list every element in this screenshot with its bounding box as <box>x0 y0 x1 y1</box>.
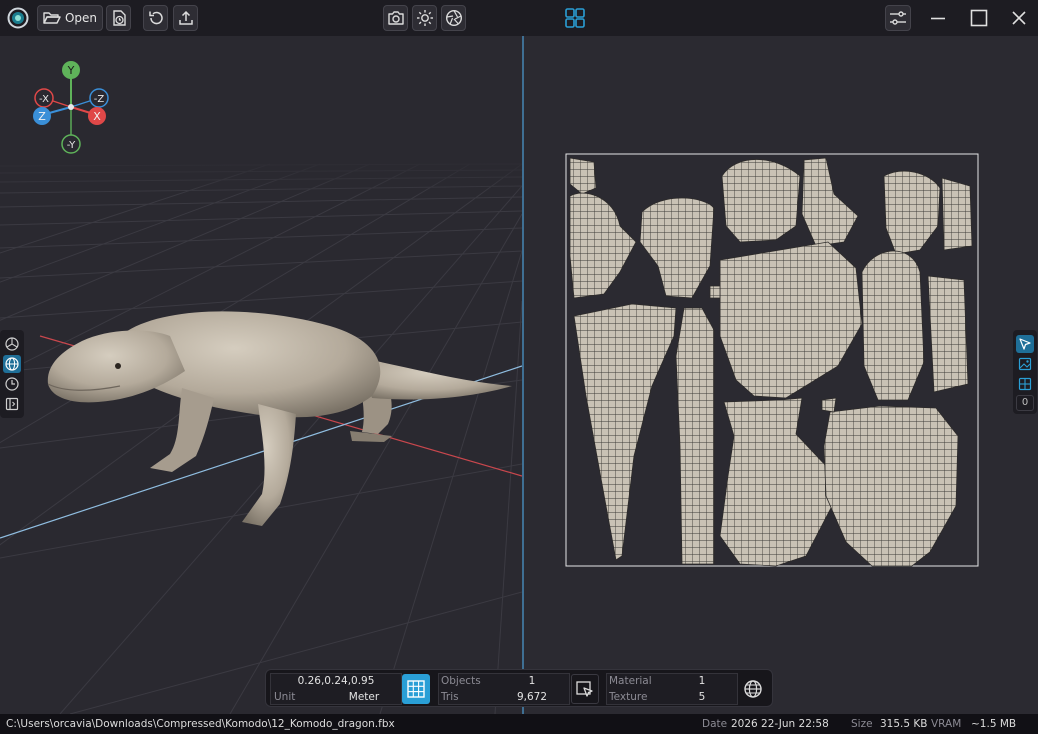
maximize-button[interactable] <box>965 5 993 31</box>
gizmo-neg-z-label: -Z <box>94 94 105 105</box>
image-icon <box>1018 357 1032 371</box>
select-tool-button[interactable] <box>1016 335 1034 353</box>
left-side-toolbar <box>0 330 24 418</box>
cursor-select-icon <box>576 681 593 697</box>
layout-grid-icon <box>565 8 585 28</box>
unit-label: Unit <box>274 691 296 703</box>
uv-grid-button[interactable] <box>1016 375 1034 393</box>
sun-icon <box>416 10 433 26</box>
close-icon <box>1012 11 1026 25</box>
grid-icon <box>1018 377 1032 391</box>
gizmo-neg-y-label: -Y <box>67 140 76 151</box>
export-button[interactable] <box>173 5 198 31</box>
aperture-icon <box>445 9 462 27</box>
viewport-3d[interactable]: Y -X -Z Z X -Y <box>0 36 522 714</box>
settings-button[interactable] <box>885 5 911 31</box>
gizmo-x-label: X <box>93 110 101 123</box>
app-window: Open Y -X -Z Z X -Y 0 0.26,0.24,0.95 Uni… <box>0 0 1038 734</box>
camera-icon <box>387 11 404 25</box>
environment-globe-button[interactable] <box>739 674 767 704</box>
minimize-icon <box>931 17 945 20</box>
size-label: Size <box>851 718 873 730</box>
gizmo-z-label: Z <box>38 110 46 123</box>
orientation-gizmo[interactable]: Y -X -Z Z X -Y <box>33 61 109 154</box>
right-side-toolbar: 0 <box>1013 330 1037 414</box>
render-settings-button[interactable] <box>441 5 466 31</box>
clock-icon <box>5 377 19 391</box>
layout-toggle-button[interactable] <box>562 5 588 31</box>
sliders-icon <box>890 11 906 25</box>
unit-value[interactable]: Meter <box>336 689 392 705</box>
recent-files-button[interactable] <box>106 5 131 31</box>
lighting-button[interactable] <box>412 5 437 31</box>
reload-button[interactable] <box>143 5 168 31</box>
objects-value: 1 <box>528 675 536 687</box>
uv-islands <box>569 157 973 567</box>
ground-grid <box>0 163 522 714</box>
grid-icon <box>407 680 425 698</box>
environment-button[interactable] <box>3 355 21 373</box>
upload-icon <box>178 10 193 25</box>
screenshot-button[interactable] <box>383 5 408 31</box>
vram-label: VRAM <box>931 718 962 730</box>
uv-canvas <box>565 153 979 567</box>
date-value: 2026 22-Jun 22:58 <box>731 718 829 730</box>
cursor-coordinates: 0.26,0.24,0.95 <box>297 675 375 687</box>
gizmo-neg-x-label: -X <box>39 94 49 105</box>
sidebar-panel-icon <box>5 397 19 411</box>
size-value: 315.5 KB <box>880 718 928 730</box>
gizmo-y-label: Y <box>67 64 75 77</box>
shading-mode-button[interactable] <box>3 335 21 353</box>
reload-icon <box>148 11 163 25</box>
date-label: Date <box>702 718 728 730</box>
file-path: C:\Users\orcavia\Downloads\Compressed\Ko… <box>6 718 395 730</box>
animation-button[interactable] <box>3 375 21 393</box>
vram-value: ~1.5 MB <box>971 718 1017 730</box>
viewport-uv[interactable]: 0 <box>524 36 1038 714</box>
app-logo-button[interactable] <box>5 5 31 31</box>
cursor-icon <box>1019 338 1031 350</box>
cube-icon <box>5 337 19 351</box>
komodo-dragon-model[interactable] <box>47 311 512 526</box>
maximize-icon <box>970 9 988 27</box>
texture-view-button[interactable] <box>1016 355 1034 373</box>
material-value: 1 <box>698 675 706 687</box>
panel-toggle-button[interactable] <box>3 395 21 413</box>
texture-label: Texture <box>609 691 648 703</box>
grid-toggle-button[interactable] <box>402 674 430 704</box>
minimize-button[interactable] <box>924 5 952 31</box>
globe-icon <box>5 357 19 371</box>
file-history-icon <box>112 10 126 26</box>
material-label: Material <box>609 675 652 687</box>
eye <box>115 363 121 369</box>
open-button[interactable]: Open <box>37 5 103 31</box>
top-toolbar: Open <box>0 0 1038 36</box>
open-button-label: Open <box>64 11 98 25</box>
texture-value: 5 <box>698 691 706 703</box>
close-button[interactable] <box>1005 5 1033 31</box>
status-bar: C:\Users\orcavia\Downloads\Compressed\Ko… <box>0 714 1038 734</box>
select-mode-button[interactable] <box>571 674 599 704</box>
objects-label: Objects <box>441 675 481 687</box>
tris-label: Tris <box>441 691 459 703</box>
scene-canvas: Y -X -Z Z X -Y <box>0 61 522 714</box>
tris-value: 9,672 <box>516 691 548 703</box>
model-info-panel: 0.26,0.24,0.95 Unit Meter Objects 1 Tris… <box>265 669 773 707</box>
globe-icon <box>744 680 762 698</box>
uv-channel-counter[interactable]: 0 <box>1016 395 1034 411</box>
app-logo-icon <box>7 7 29 29</box>
folder-open-icon <box>43 12 61 24</box>
